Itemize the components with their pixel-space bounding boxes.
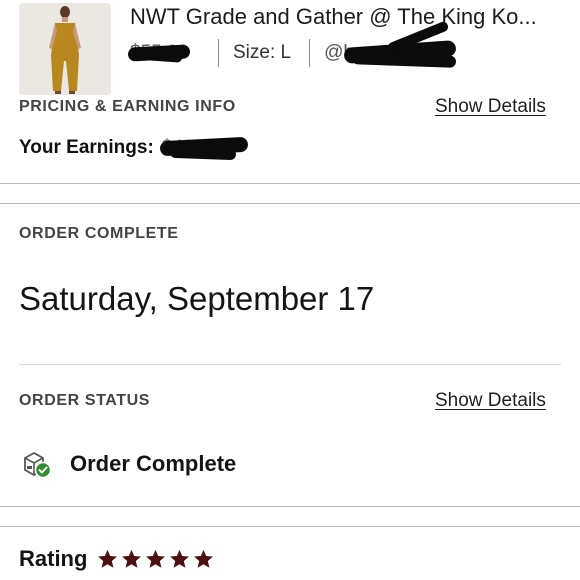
- earnings-value: $41.00: [159, 136, 252, 161]
- listing-price: $55.00: [127, 42, 200, 64]
- order-status-text: Order Complete: [70, 451, 237, 476]
- section-divider: [19, 364, 561, 365]
- listing-meta: $55.00 Size: L @be: [127, 20, 457, 68]
- listing-thumbnail[interactable]: [19, 3, 111, 95]
- order-complete-date: Saturday, September 17: [19, 280, 375, 317]
- order-status-show-details-link[interactable]: Show Details: [435, 390, 546, 412]
- meta-divider: [218, 39, 219, 67]
- section-divider: [0, 183, 580, 184]
- star-icon: [122, 549, 142, 568]
- star-icon: [146, 549, 166, 568]
- star-icon: [98, 549, 118, 568]
- listing-summary[interactable]: NWT Grade and Gather @ The King Ko... $5…: [0, 0, 580, 100]
- redaction-mark: [351, 52, 457, 68]
- earnings-label: Your Earnings:: [19, 137, 154, 158]
- listing-title[interactable]: NWT Grade and Gather @ The King Ko...: [130, 3, 575, 31]
- earnings-row: Your Earnings: $41.00: [19, 134, 252, 162]
- order-status-section-label: ORDER STATUS: [19, 392, 151, 409]
- rating-label: Rating: [19, 546, 88, 571]
- listing-size: Size: L: [233, 42, 292, 63]
- order-status-row: Order Complete: [22, 446, 236, 482]
- package-check-icon: [24, 452, 52, 478]
- star-icon: [194, 549, 214, 568]
- pricing-show-details-link[interactable]: Show Details: [435, 96, 546, 118]
- pricing-section-label: PRICING & EARNING INFO: [19, 98, 236, 115]
- order-details-screen: NWT Grade and Gather @ The King Ko... $5…: [0, 0, 580, 580]
- rating-stars: [97, 549, 214, 569]
- section-divider: [0, 526, 580, 527]
- rating-row: Rating: [19, 543, 214, 575]
- section-divider: [0, 506, 580, 507]
- redaction-mark: [169, 146, 236, 161]
- star-icon: [170, 549, 190, 568]
- meta-divider: [309, 39, 311, 67]
- order-complete-section-label: ORDER COMPLETE: [19, 225, 179, 242]
- seller-handle[interactable]: @be: [324, 20, 457, 68]
- section-divider: [0, 203, 580, 204]
